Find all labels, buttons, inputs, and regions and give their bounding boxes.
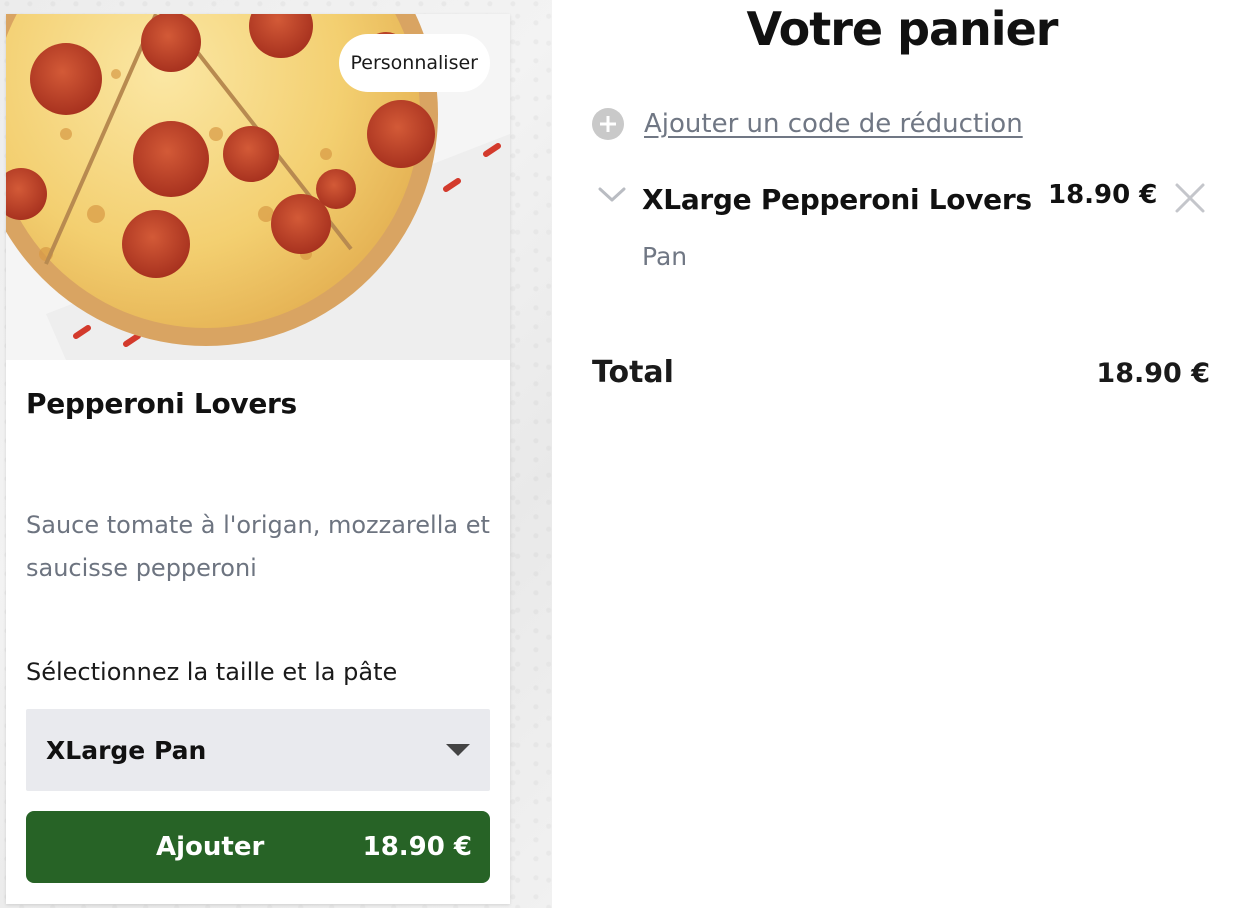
cart-item-price: 18.90 € [1048,180,1158,210]
size-select-value: XLarge Pan [46,735,207,765]
add-button-price: 18.90 € [362,832,472,862]
add-button-label: Ajouter [156,832,265,862]
promo-code-link[interactable]: Ajouter un code de réduction [592,108,1023,140]
product-name: Pepperoni Lovers [26,387,297,420]
cart-item-detail: Pan [642,242,688,271]
plus-circle-icon [592,108,624,140]
close-icon[interactable] [1174,182,1206,214]
cart-item-name: XLarge Pepperoni Lovers [642,183,1032,216]
total-value: 18.90 € [1096,358,1210,389]
product-description: Sauce tomate à l'origan, mozzarella et s… [26,511,490,582]
cart-title: Votre panier [746,2,1059,56]
promo-code-label: Ajouter un code de réduction [644,109,1023,139]
total-label: Total [592,355,674,390]
size-crust-dropdown[interactable]: XLarge Pan [26,709,490,791]
page: Personnaliser Pepperoni Lovers Sauce tom… [0,0,1250,908]
product-card: Personnaliser Pepperoni Lovers Sauce tom… [6,14,510,904]
product-image: Personnaliser [6,14,510,360]
size-select-label: Sélectionnez la taille et la pâte [26,658,398,686]
customize-button[interactable]: Personnaliser [338,34,490,92]
chevron-down-icon[interactable] [598,186,626,204]
caret-down-icon [446,744,470,756]
add-to-cart-button[interactable]: Ajouter 18.90 € [26,811,490,883]
